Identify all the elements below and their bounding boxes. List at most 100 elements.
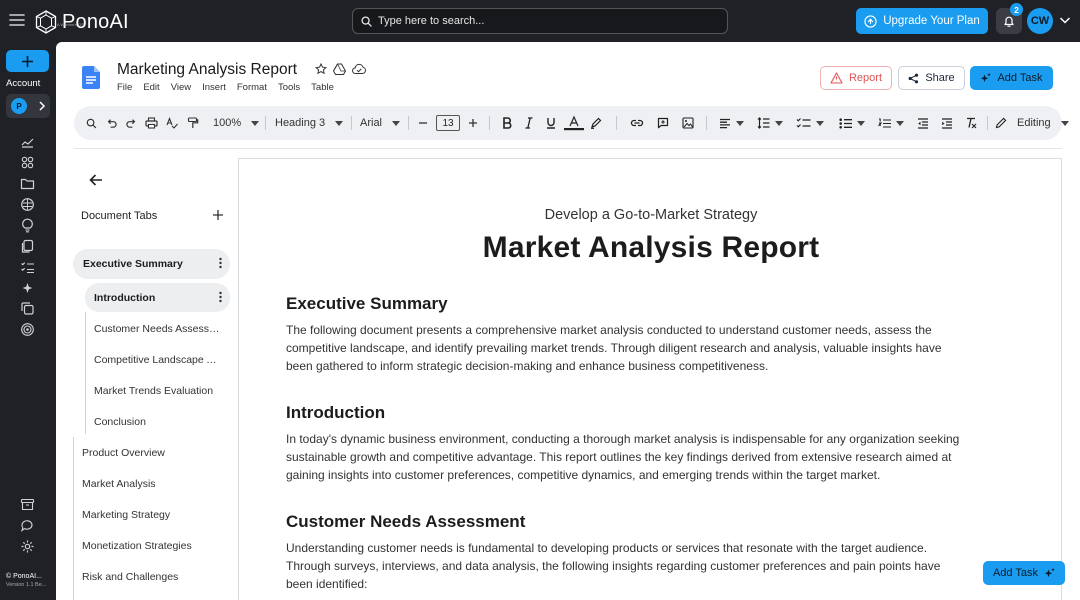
drive-icon[interactable] — [333, 63, 346, 75]
toolbar-divider — [265, 116, 266, 130]
back-arrow-icon[interactable] — [88, 172, 104, 188]
text-color-button[interactable] — [564, 106, 584, 140]
insert-link-button[interactable] — [630, 106, 644, 140]
align-select[interactable] — [719, 106, 744, 140]
link-icon — [630, 119, 644, 127]
search-icon — [361, 15, 372, 27]
checklist-select[interactable] — [796, 106, 824, 140]
tab-monetization-strategies[interactable]: Monetization Strategies — [82, 540, 222, 552]
increase-indent-button[interactable] — [941, 106, 953, 140]
tab-market-trends-evaluation[interactable]: Market Trends Evaluation — [94, 385, 222, 397]
print-icon[interactable] — [145, 106, 158, 140]
paragraph-style-select[interactable]: Heading 3 — [275, 106, 344, 140]
font-family-select[interactable]: Arial — [360, 106, 401, 140]
apps-grid-icon[interactable] — [20, 155, 35, 170]
report-button[interactable]: Report — [820, 66, 892, 90]
folder-icon[interactable] — [20, 176, 35, 191]
toolbar-divider — [489, 116, 490, 130]
account-avatar: P — [11, 98, 27, 114]
create-new-button[interactable] — [6, 50, 49, 72]
sparkle-icon[interactable] — [20, 281, 35, 296]
tab-marketing-strategy[interactable]: Marketing Strategy — [82, 509, 222, 521]
toolbar-divider — [616, 116, 617, 130]
analytics-icon[interactable] — [20, 134, 35, 149]
numbered-list-select[interactable] — [878, 106, 904, 140]
menu-edit[interactable]: Edit — [143, 82, 159, 93]
line-spacing-select[interactable] — [757, 106, 783, 140]
font-family-value: Arial — [360, 117, 383, 129]
paragraph-line: been identified: — [286, 577, 368, 591]
tab-risk-and-challenges[interactable]: Risk and Challenges — [82, 571, 222, 583]
cloud-saved-icon — [352, 63, 366, 75]
chevron-down-icon[interactable] — [1058, 13, 1072, 27]
footer-name: © PonoAI... — [6, 573, 42, 580]
spellcheck-icon[interactable] — [166, 106, 178, 140]
warning-icon — [830, 72, 843, 84]
insert-image-button[interactable] — [682, 106, 694, 140]
menu-format[interactable]: Format — [237, 82, 267, 93]
archive-icon[interactable] — [20, 497, 35, 512]
bold-button[interactable] — [502, 106, 512, 140]
more-options-icon[interactable] — [219, 291, 222, 303]
menu-insert[interactable]: Insert — [202, 82, 226, 93]
search-input[interactable]: Type here to search... — [352, 8, 728, 34]
star-icon[interactable] — [315, 63, 327, 75]
menu-icon[interactable] — [8, 11, 26, 29]
paragraph-line: competitive landscape, and identify prev… — [286, 341, 942, 355]
underline-icon — [547, 118, 555, 129]
settings-icon[interactable] — [20, 539, 35, 554]
clear-formatting-button[interactable] — [965, 106, 977, 140]
pencil-icon — [995, 117, 1007, 129]
document-title[interactable]: Marketing Analysis Report — [117, 61, 297, 79]
tab-customer-needs-assessment[interactable]: Customer Needs Assessment — [94, 323, 222, 335]
italic-button[interactable] — [525, 106, 533, 140]
lightbulb-icon[interactable] — [20, 218, 35, 233]
redo-icon[interactable] — [126, 106, 137, 140]
user-avatar[interactable]: CW — [1027, 8, 1053, 34]
tab-competitive-landscape[interactable]: Competitive Landscape Analysis — [94, 354, 222, 366]
brain-icon[interactable] — [20, 197, 35, 212]
menu-table[interactable]: Table — [311, 82, 334, 93]
font-size-input[interactable]: 13 — [436, 106, 460, 140]
add-tab-icon[interactable] — [212, 209, 224, 221]
toolbar-divider — [351, 116, 352, 130]
add-task-button[interactable]: Add Task — [970, 66, 1053, 90]
menu-view[interactable]: View — [171, 82, 191, 93]
tab-product-overview[interactable]: Product Overview — [82, 447, 222, 459]
highlight-button[interactable] — [590, 106, 602, 140]
increase-font-size-button[interactable] — [468, 106, 478, 140]
search-menus-icon[interactable] — [86, 106, 97, 140]
document-page[interactable]: Develop a Go-to-Market Strategy Market A… — [238, 158, 1062, 600]
tab-market-analysis[interactable]: Market Analysis — [82, 478, 222, 490]
app-tagline: A Women's OS — [57, 22, 84, 27]
clear-format-icon — [967, 117, 977, 129]
paint-format-icon[interactable] — [187, 106, 199, 140]
add-comment-button[interactable] — [657, 106, 669, 140]
caret-down-icon — [857, 120, 865, 126]
plus-icon — [22, 55, 33, 67]
copy-icon[interactable] — [20, 301, 35, 316]
left-rail: Account P © PonoAI... Version 1.1 Be... — [0, 42, 56, 600]
more-options-icon[interactable] — [219, 257, 222, 269]
share-button[interactable]: Share — [898, 66, 965, 90]
paragraph-line: sustainable growth and competitive advan… — [286, 450, 952, 464]
bulleted-list-select[interactable] — [839, 106, 865, 140]
target-icon[interactable] — [20, 322, 35, 337]
formatting-toolbar: 100% Heading 3 Arial 13 Editing — [74, 106, 1069, 140]
undo-icon[interactable] — [106, 106, 117, 140]
chat-icon[interactable] — [20, 518, 35, 533]
zoom-select[interactable]: 100% — [213, 106, 260, 140]
documents-icon[interactable] — [20, 239, 35, 254]
menu-file[interactable]: File — [117, 82, 132, 93]
upgrade-plan-button[interactable]: Upgrade Your Plan — [856, 8, 988, 34]
floating-add-task-button[interactable]: Add Task — [983, 561, 1065, 585]
decrease-indent-button[interactable] — [917, 106, 929, 140]
decrease-font-size-button[interactable] — [418, 106, 428, 140]
checklist-icon[interactable] — [20, 260, 35, 275]
underline-button[interactable] — [546, 106, 556, 140]
caret-down-icon — [251, 120, 260, 126]
account-switcher[interactable]: P — [6, 94, 50, 118]
menu-tools[interactable]: Tools — [278, 82, 300, 93]
editing-mode-select[interactable]: Editing — [995, 106, 1069, 140]
tab-conclusion[interactable]: Conclusion — [94, 416, 222, 428]
